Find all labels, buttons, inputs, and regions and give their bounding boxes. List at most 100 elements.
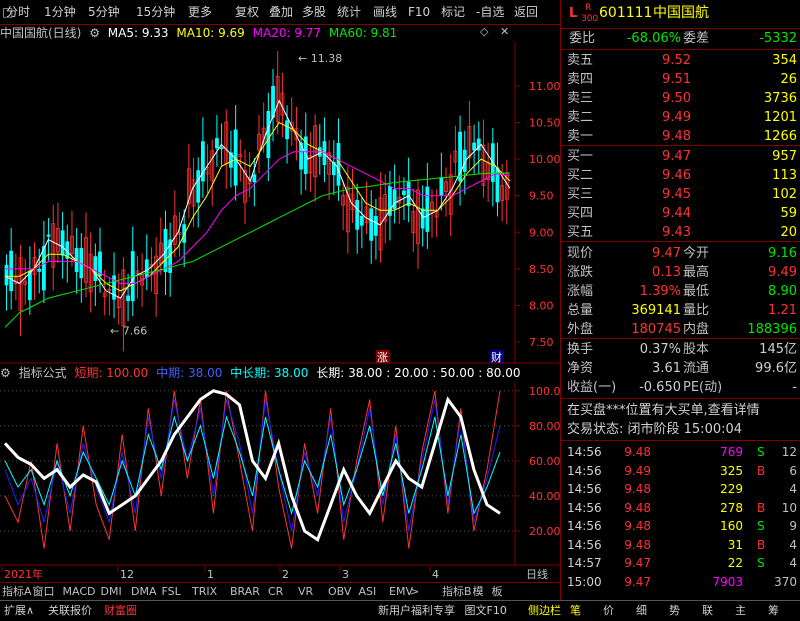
bid-row-label: 买四 (567, 206, 594, 221)
status-right-6[interactable]: 筹 (768, 603, 779, 619)
tick-count: 6 (789, 463, 797, 478)
window-icon[interactable]: □ (2, 3, 13, 21)
status-left-2[interactable]: 财富圈 (104, 603, 137, 619)
ask-row-label: 卖一 (567, 129, 594, 144)
tick-price: 9.48 (624, 519, 651, 533)
indicator-tab-7[interactable]: BRAR (230, 584, 260, 600)
indicator-tab-14[interactable]: 指标B (442, 584, 472, 600)
tick-price: 9.48 (624, 537, 651, 552)
tick-vol: 229 (720, 482, 743, 496)
toolbar-1[interactable]: 1分钟 (44, 3, 76, 21)
diamond-icon[interactable]: ◇ (480, 25, 488, 38)
toolbar-10[interactable]: F10 (408, 3, 430, 21)
toolbar-9[interactable]: 画线 (373, 3, 397, 21)
toolbar-3[interactable]: 15分钟 (136, 3, 175, 21)
indicator-tab-5[interactable]: FSL (162, 584, 181, 600)
date-label: 日线 (526, 567, 548, 581)
ask-row-vol: 1201 (763, 110, 797, 125)
indicator-tab-11[interactable]: ASI (359, 584, 377, 600)
tick-side: B (757, 463, 766, 478)
tick-count: 4 (789, 556, 797, 570)
tick-time: 14:56 (567, 482, 602, 496)
indicator-chart[interactable]: 100.00 80.00 60.00 40.00 20.00 (0, 382, 560, 566)
toolbar-4[interactable]: 更多 (188, 3, 212, 21)
ask-row-label: 卖四 (567, 72, 594, 87)
indicator-name[interactable]: 指标公式 (19, 366, 67, 380)
toolbar-5[interactable]: 复权 (235, 3, 259, 21)
toolbar-8[interactable]: 统计 (337, 3, 361, 21)
indicator-tab-3[interactable]: DMI (101, 584, 122, 600)
fund-label: 股本 (683, 342, 710, 357)
status-left-1[interactable]: 关联报价 (48, 603, 92, 619)
ma20-label: MA20: 9.77 (252, 26, 322, 40)
bid-row-price: 9.46 (662, 168, 691, 183)
kline-header: 中国国航(日线) ⚙ MA5: 9.33 MA10: 9.69 MA20: 9.… (0, 24, 515, 42)
ytick-label: 11.00 (529, 80, 560, 93)
stat-row: 涨幅 1.39% 最低 8.90 (561, 282, 800, 301)
bid-row-price: 9.43 (662, 225, 691, 240)
ask-row-vol: 1266 (763, 129, 797, 144)
status-right-0[interactable]: 笔 (570, 603, 581, 619)
indicator-tab-10[interactable]: OBV (328, 584, 351, 600)
stat-label: 现价 (567, 246, 594, 261)
status-mid-2[interactable]: 侧边栏 (528, 603, 561, 619)
fund-value: - (792, 380, 797, 395)
tick-row: 14:56 9.48 769 S 12 (561, 443, 800, 461)
date-label: 1 (207, 568, 214, 581)
indicator-tab-0[interactable]: 指标A (2, 584, 32, 600)
stat-value: 188396 (747, 322, 797, 337)
toolbar-7[interactable]: 多股 (302, 3, 326, 21)
candle-body (359, 215, 364, 226)
indicator-tab-15[interactable]: 模 (473, 584, 484, 600)
ma-toggle-icon[interactable]: ⚙ (89, 26, 100, 40)
indicator-tab-9[interactable]: VR (298, 584, 313, 600)
big-order-notice[interactable]: 在买盘***位置有大买单,查看详情 (561, 401, 800, 420)
ytick-label: 8.50 (529, 263, 554, 276)
ma60-label: MA60: 9.81 (328, 26, 398, 40)
stock-title: L R 300 601111 中国国航 (561, 3, 800, 26)
status-right-4[interactable]: 联 (702, 603, 713, 619)
bid-row-label: 买五 (567, 225, 594, 240)
candle-body (266, 110, 271, 159)
indicator-tab-6[interactable]: TRIX (192, 584, 217, 600)
bid-row-price: 9.45 (662, 187, 691, 202)
stat-label: 涨幅 (567, 284, 594, 299)
indicator-tab-1[interactable]: 窗口 (33, 584, 55, 600)
indicator-tab-13[interactable]: > (410, 584, 419, 600)
kline-chart[interactable]: 11.00 10.50 10.00 9.50 9.00 8.50 8.00 7.50 ← 11.… (0, 42, 560, 364)
status-mid-0[interactable]: 新用户福利专享 (378, 603, 455, 619)
marker-cai: 财 (491, 350, 502, 364)
toolbar-13[interactable]: 返回 (514, 3, 538, 21)
close-icon[interactable]: ✕ (500, 25, 509, 38)
bid-row: 买一 9.47 957 (561, 147, 800, 166)
candle-body (46, 234, 51, 237)
ytick-label: 9.50 (529, 190, 554, 203)
status-right-3[interactable]: 势 (669, 603, 680, 619)
indicator-tab-2[interactable]: MACD (63, 584, 96, 600)
indicator-settings-icon[interactable]: ⚙ (0, 366, 11, 380)
bid-row: 买三 9.45 102 (561, 185, 800, 204)
toolbar-6[interactable]: 叠加 (269, 3, 293, 21)
tick-price: 9.48 (624, 482, 651, 496)
bid-row: 买五 9.43 20 (561, 223, 800, 242)
stat-value: 369141 (631, 303, 681, 318)
status-left-0[interactable]: 扩展∧ (4, 603, 34, 619)
candle-body (439, 177, 444, 196)
indicator-tab-16[interactable]: 板 (492, 584, 503, 600)
indicator-tab-4[interactable]: DMA (131, 584, 157, 600)
stat-label: 今开 (683, 246, 710, 261)
status-right-2[interactable]: 细 (636, 603, 647, 619)
status-right-1[interactable]: 价 (603, 603, 614, 619)
candle-body (215, 138, 219, 149)
toolbar-11[interactable]: 标记 (441, 3, 465, 21)
indicator-tab-8[interactable]: CR (268, 584, 283, 600)
toolbar-2[interactable]: 5分钟 (88, 3, 120, 21)
ind-tick-label: 20.00 (529, 525, 560, 538)
status-right-5[interactable]: 主 (735, 603, 746, 619)
tick-time: 14:56 (567, 519, 602, 533)
weibi-row: 委比 -68.06% 委差 -5332 (569, 31, 797, 46)
status-mid-1[interactable]: 图文F10 (465, 603, 507, 619)
toolbar-12[interactable]: -自选 (476, 3, 504, 21)
mid-param: 中期: 38.00 (156, 366, 223, 380)
tick-vol: 769 (720, 445, 743, 459)
